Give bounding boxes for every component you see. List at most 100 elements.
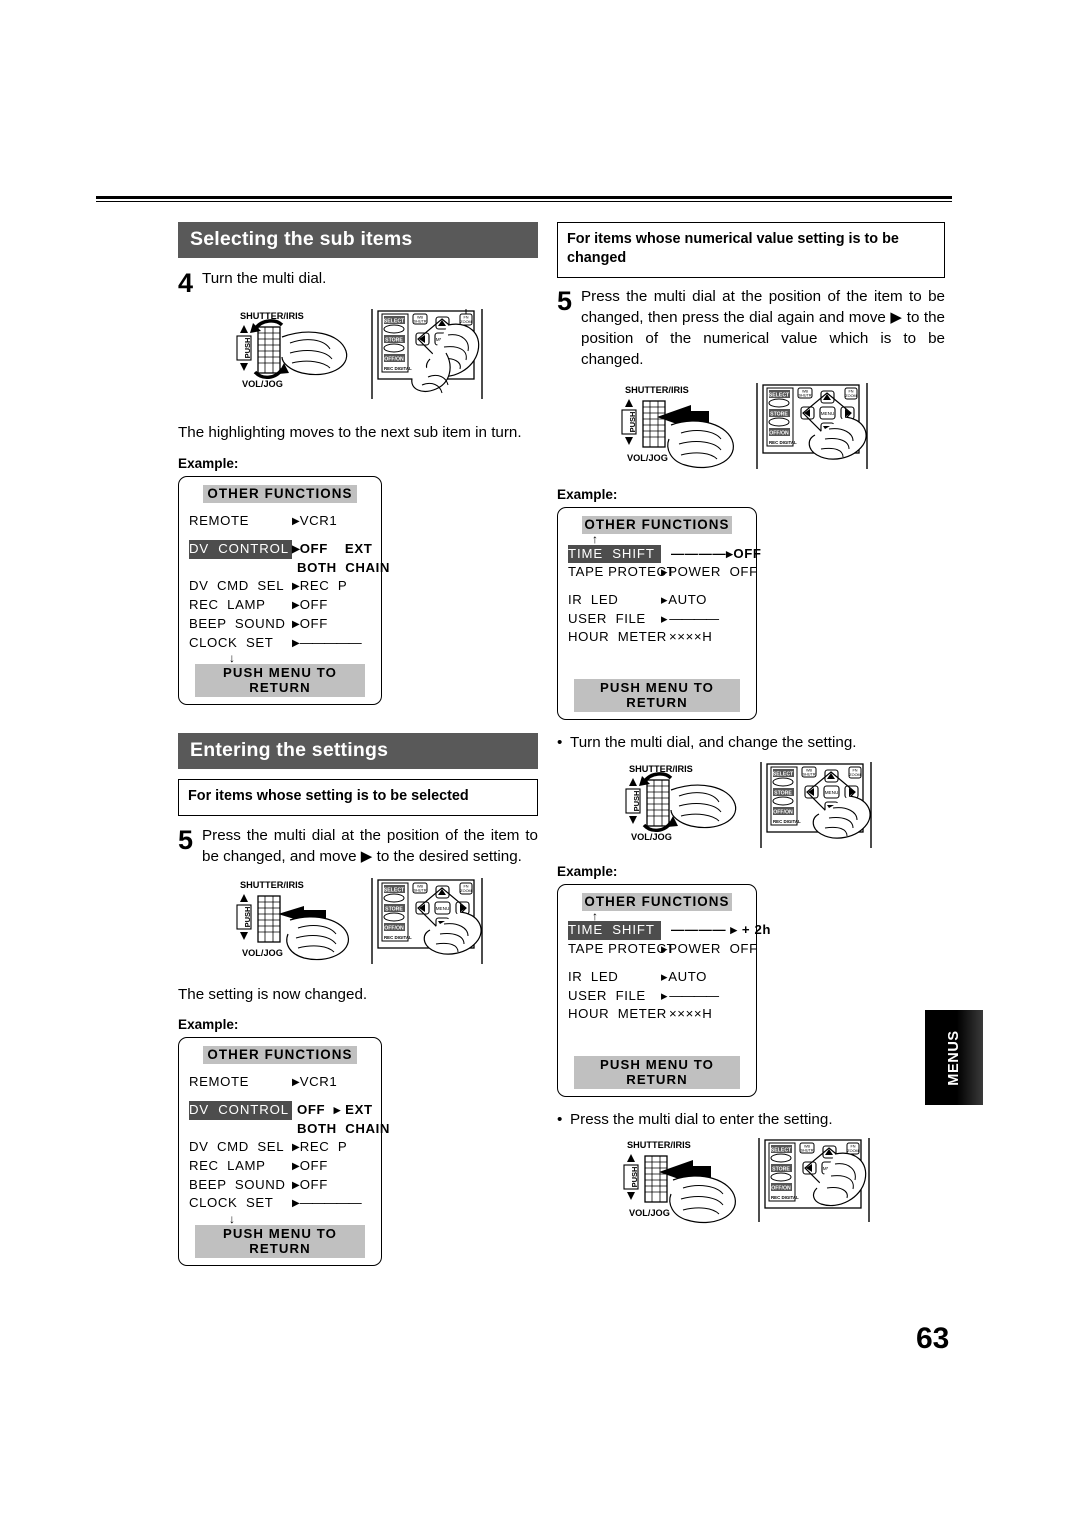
- osd-value: OFF ▸ EXT: [297, 1101, 373, 1117]
- osd-title: OTHER FUNCTIONS: [582, 515, 732, 534]
- osd-row: BEEP SOUND ▶OFF: [189, 1176, 371, 1195]
- osd-row: HOUR METER ××××H: [568, 628, 746, 647]
- svg-text:REC DIGITAL: REC DIGITAL: [384, 366, 412, 371]
- osd-value: ▶REC P: [292, 1139, 348, 1155]
- example-label-1: Example:: [178, 456, 239, 472]
- osd-value-2: BOTH CHAIN: [297, 559, 391, 575]
- svg-text:OFF/ON: OFF/ON: [384, 925, 404, 931]
- osd-label: BEEP SOUND: [189, 615, 286, 631]
- svg-text:PUSH: PUSH: [243, 906, 252, 927]
- osd-label: HOUR METER: [568, 1006, 667, 1022]
- osd-label: IR LED: [568, 968, 619, 984]
- svg-text:SHUTR: SHUTR: [413, 320, 426, 324]
- svg-text:SHUTR: SHUTR: [798, 393, 811, 397]
- osd-value: ▶OFF: [292, 615, 328, 631]
- osd-row: REC LAMP ▶OFF: [189, 1157, 371, 1176]
- osd-label-spacer: [189, 1120, 292, 1139]
- osd-label-highlighted: TIME SHIFT: [568, 921, 661, 941]
- svg-text:SHUTR: SHUTR: [802, 772, 815, 776]
- scroll-up-indicator: ↑: [592, 531, 599, 546]
- svg-text:ZOOM: ZOOM: [460, 320, 471, 324]
- example-label-3: Example:: [557, 486, 618, 502]
- osd-label: HOUR METER: [568, 629, 667, 645]
- osd-row-cont: BOTH CHAIN: [189, 1120, 389, 1139]
- osd-menu-3: OTHER FUNCTIONS ↑ TIME SHIFT ————▸OFF TA…: [557, 506, 761, 721]
- svg-text:ZOOM: ZOOM: [847, 1149, 858, 1153]
- svg-text:STORE: STORE: [770, 411, 788, 417]
- example-label-2: Example:: [178, 1017, 239, 1033]
- svg-text:SELECT: SELECT: [769, 392, 790, 398]
- osd-menu-1: OTHER FUNCTIONS REMOTE ▶VCR1 DV CONTROL …: [178, 476, 389, 706]
- section-header-selecting-sub-items: Selecting the sub items: [178, 222, 538, 258]
- osd-value: ————▸OFF: [671, 545, 762, 561]
- osd-row: CLOCK SET ▶—————: [189, 1194, 371, 1213]
- svg-text:STORE: STORE: [385, 906, 403, 912]
- bullet-text: Turn the multi dial, and change the sett…: [570, 734, 857, 752]
- svg-text:FN: FN: [852, 768, 857, 772]
- svg-text:VOL/JOG: VOL/JOG: [242, 379, 283, 389]
- osd-spacer: [568, 582, 746, 591]
- svg-text:MENU: MENU: [825, 790, 839, 795]
- osd-row: IR LED ▸AUTO: [568, 591, 746, 610]
- osd-row: CLOCK SET ▶—————: [189, 634, 371, 653]
- osd-row: REMOTE ▶VCR1: [189, 1073, 371, 1092]
- subheading-numerical-value: For items whose numerical value setting …: [557, 222, 945, 278]
- svg-text:ZOOM: ZOOM: [845, 394, 856, 398]
- manual-page: Selecting the sub items 4 Turn the multi…: [0, 0, 1080, 1526]
- osd-label-spacer: [189, 559, 292, 578]
- osd-row: USER FILE ▸ ————: [568, 610, 746, 629]
- svg-text:FN: FN: [463, 316, 468, 320]
- osd-label-highlighted: TIME SHIFT: [568, 544, 661, 564]
- result-text-1: The highlighting moves to the next sub i…: [178, 424, 522, 441]
- step-5-number: 5: [557, 285, 573, 316]
- side-tab-label: MENUS: [946, 1029, 962, 1086]
- bullet-turn-dial: • Turn the multi dial, and change the se…: [557, 732, 945, 753]
- step-4: 4 Turn the multi dial.: [178, 269, 538, 297]
- svg-text:REC DIGITAL: REC DIGITAL: [771, 1195, 799, 1200]
- osd-value: ▶OFF EXT: [292, 541, 373, 557]
- osd-value: ▶VCR1: [292, 1074, 338, 1090]
- example-label-4: Example:: [557, 863, 618, 879]
- header-rule: [96, 196, 952, 202]
- osd-label: TAPE PROTECT: [568, 564, 676, 580]
- osd-value: ▶—————: [292, 1195, 362, 1211]
- osd-row: REMOTE ▶VCR1: [189, 512, 371, 531]
- bullet-dot: •: [557, 1110, 563, 1128]
- osd-value: ▸AUTO: [661, 592, 708, 608]
- osd-value: ▸ ————: [661, 610, 719, 626]
- illustration-turn-dial-right: SHUTTER/IRIS PUSH VOL/JOG SELECT STORE O…: [609, 760, 945, 860]
- dial-graphic: SHUTTER/IRIS PUSH VOL/JOG: [623, 1140, 736, 1224]
- osd-value: ▸POWER OFF: [661, 941, 758, 957]
- osd-row: HOUR METER ××××H: [568, 1005, 746, 1024]
- svg-text:PUSH: PUSH: [632, 790, 641, 811]
- svg-text:FN: FN: [463, 884, 468, 888]
- scroll-up-indicator: ↑: [592, 908, 599, 923]
- svg-text:VOL/JOG: VOL/JOG: [242, 948, 283, 958]
- illustration-press-dial-left: SHUTTER/IRIS PUSH VOL/JOG SELECT STORE O…: [220, 876, 538, 976]
- osd-row-cont: BOTH CHAIN: [189, 559, 389, 578]
- bullet-dot: •: [557, 734, 563, 752]
- scroll-down-indicator: ↓: [229, 651, 236, 666]
- osd-row: DV CMD SEL ▶REC P: [189, 577, 371, 596]
- svg-text:SELECT: SELECT: [771, 1148, 792, 1154]
- scroll-down-indicator: ↓: [229, 1212, 236, 1227]
- svg-text:VOL/JOG: VOL/JOG: [629, 1208, 670, 1218]
- bullet-text: Press the multi dial to enter the settin…: [570, 1110, 833, 1128]
- osd-value: ▶OFF: [292, 1158, 328, 1174]
- osd-footer: PUSH MENU TO RETURN: [574, 1055, 740, 1089]
- section-header-entering-settings: Entering the settings: [178, 733, 538, 770]
- osd-label: DV CMD SEL: [189, 578, 285, 594]
- svg-text:REC DIGITAL: REC DIGITAL: [773, 819, 801, 824]
- osd-row: USER FILE ▸ ————: [568, 987, 746, 1006]
- osd-label: BEEP SOUND: [189, 1176, 286, 1192]
- osd-title: OTHER FUNCTIONS: [582, 892, 732, 911]
- svg-text:VOL/JOG: VOL/JOG: [631, 832, 672, 842]
- page-number: 63: [916, 1322, 950, 1355]
- osd-row: TIME SHIFT ————▸OFF: [568, 544, 761, 564]
- svg-text:PUSH: PUSH: [630, 1167, 639, 1188]
- svg-text:OFF/ON: OFF/ON: [384, 357, 404, 363]
- dial-graphic: SHUTTER/IRIS PUSH VOL/JOG: [625, 764, 737, 842]
- osd-label: CLOCK SET: [189, 634, 274, 650]
- svg-text:SHUTR: SHUTR: [800, 1149, 813, 1153]
- subheading-setting-selected: For items whose setting is to be selecte…: [178, 779, 538, 816]
